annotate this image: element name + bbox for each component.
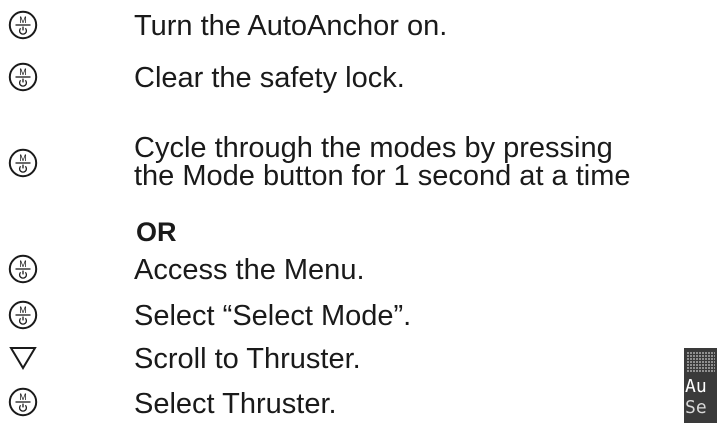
mode-letter: M [19,392,27,402]
step-text-turn-on: Turn the AutoAnchor on. [134,10,448,42]
mode-letter: M [19,153,27,163]
step-text-cycle-line1: Cycle through the modes by pressing [134,132,613,164]
lcd-display-fragment: Au Se [684,348,717,423]
mode-power-button-icon: M [8,148,38,178]
step-text-select-mode: Select “Select Mode”. [134,300,412,332]
mode-power-button-icon: M [8,62,38,92]
mode-letter: M [19,305,27,315]
or-label: OR [136,217,177,247]
mode-letter: M [19,259,27,269]
lcd-status-bar [687,352,715,372]
down-triangle-icon [8,343,38,373]
mode-letter: M [19,67,27,77]
step-text-scroll-thruster: Scroll to Thruster. [134,343,361,375]
mode-power-button-icon: M [8,300,38,330]
step-text-cycle-line2: the Mode button for 1 second at a time [134,160,631,192]
step-text-clear-lock: Clear the safety lock. [134,62,405,94]
step-text-select-thruster: Select Thruster. [134,388,337,420]
mode-power-button-icon: M [8,254,38,284]
step-text-access-menu: Access the Menu. [134,254,365,286]
mode-power-button-icon: M [8,387,38,417]
mode-power-button-icon: M [8,10,38,40]
mode-letter: M [19,15,27,25]
lcd-line-2: Se [685,397,707,418]
lcd-line-1: Au [685,376,707,397]
